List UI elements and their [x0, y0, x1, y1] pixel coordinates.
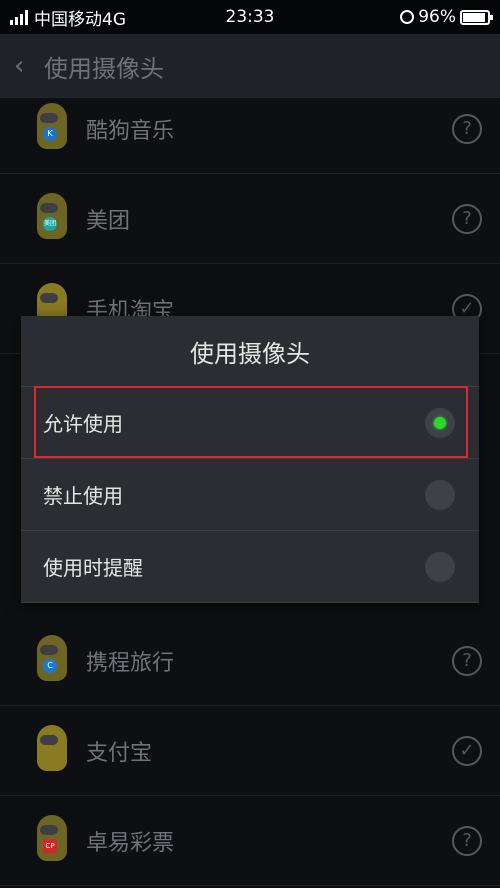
radio-icon[interactable] — [425, 551, 455, 582]
list-item[interactable]: 美团 美团 ? — [0, 174, 500, 264]
app-icon: CP — [34, 814, 70, 867]
question-icon[interactable]: ? — [452, 203, 482, 234]
status-bar: 中国移动4G 23:33 96% — [0, 0, 500, 34]
radio-icon[interactable] — [425, 479, 455, 510]
check-icon[interactable]: ✓ — [452, 735, 482, 766]
dialog-title: 使用摄像头 — [21, 316, 479, 387]
battery-icon — [460, 9, 493, 25]
option-label: 禁止使用 — [43, 484, 123, 508]
question-icon[interactable]: ? — [452, 825, 482, 856]
battery-percent: 96% — [418, 7, 456, 27]
option-label: 使用时提醒 — [43, 556, 143, 580]
camera-permission-dialog: 使用摄像头 允许使用 禁止使用 使用时提醒 — [21, 316, 479, 603]
app-name: 携程旅行 — [86, 650, 175, 676]
list-item[interactable]: 支付宝 ✓ — [0, 706, 500, 796]
page-title: 使用摄像头 — [44, 54, 164, 83]
option-allow[interactable]: 允许使用 — [21, 387, 479, 459]
app-icon: C — [34, 634, 70, 687]
app-badge: CP — [43, 838, 57, 853]
question-icon[interactable]: ? — [452, 645, 482, 676]
radio-selected-icon[interactable] — [425, 407, 455, 438]
app-badge: 美团 — [43, 216, 57, 231]
app-name: 酷狗音乐 — [86, 118, 175, 144]
app-icon — [34, 724, 70, 777]
list-item[interactable]: CP 卓易彩票 ? — [0, 796, 500, 886]
question-icon[interactable]: ? — [452, 113, 482, 144]
app-icon: K — [34, 102, 70, 155]
app-badge: K — [43, 126, 57, 141]
app-badge: C — [43, 658, 57, 673]
list-item[interactable]: C 携程旅行 ? — [0, 616, 500, 706]
list-item[interactable]: K 酷狗音乐 ? — [0, 84, 500, 174]
app-icon: 美团 — [34, 192, 70, 245]
app-name: 美团 — [86, 208, 131, 234]
option-ask[interactable]: 使用时提醒 — [21, 531, 479, 603]
option-deny[interactable]: 禁止使用 — [21, 459, 479, 531]
back-arrow-icon[interactable]: ‹ — [14, 51, 34, 81]
alarm-icon — [400, 10, 415, 24]
app-name: 支付宝 — [86, 740, 153, 766]
app-name: 卓易彩票 — [86, 830, 175, 856]
option-label: 允许使用 — [43, 412, 123, 436]
